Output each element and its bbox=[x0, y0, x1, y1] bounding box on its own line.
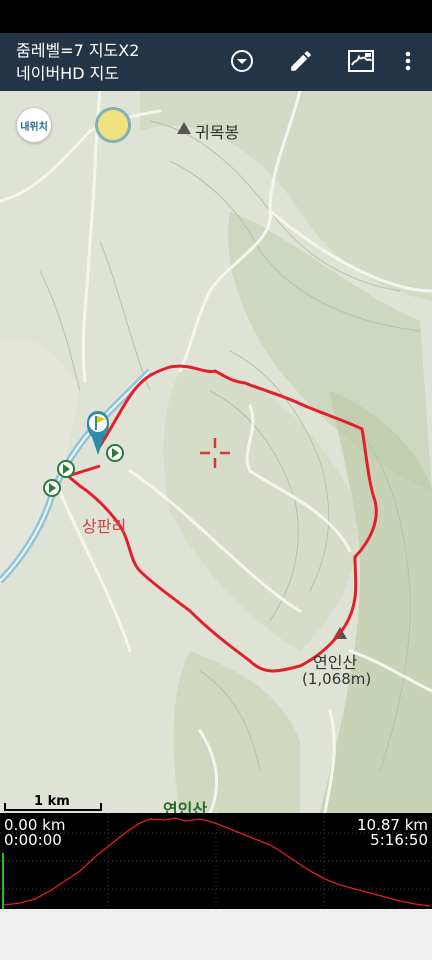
village-label: 상판리 bbox=[82, 517, 127, 536]
gps-status-button[interactable] bbox=[95, 107, 131, 143]
more-vert-icon[interactable] bbox=[390, 43, 426, 79]
map-icon[interactable] bbox=[343, 43, 379, 79]
topographic-map bbox=[0, 91, 432, 813]
elevation-profile[interactable]: 0.00 km 0:00:00 10.87 km 5:16:50 bbox=[0, 813, 432, 909]
peak-label-north: 귀목봉 bbox=[195, 123, 240, 142]
map-source-title: 네이버HD 지도 bbox=[16, 64, 120, 83]
peak-height-label: (1,068m) bbox=[302, 670, 372, 688]
status-bar bbox=[0, 0, 432, 33]
elevation-time-end: 5:16:50 bbox=[370, 831, 428, 849]
scale-line bbox=[4, 803, 102, 811]
my-location-button[interactable]: 내위치 bbox=[16, 107, 52, 143]
app-bar: 줌레벨=7 지도X2 네이버HD 지도 bbox=[0, 33, 432, 91]
map-view[interactable]: 내위치 귀목봉 상판리 연인산 (1,068m) 연인산 bbox=[0, 91, 432, 813]
mountain-area-label: 연인산 bbox=[163, 800, 208, 813]
elevation-time-start: 0:00:00 bbox=[4, 831, 62, 849]
scale-label: 1 km bbox=[34, 794, 70, 809]
map-scale-bar: 1 km bbox=[4, 794, 104, 811]
dropdown-circle-icon[interactable] bbox=[224, 43, 260, 79]
zoom-level-title: 줌레벨=7 지도X2 bbox=[16, 41, 140, 60]
pencil-icon[interactable] bbox=[283, 43, 319, 79]
bottom-empty-area bbox=[0, 909, 432, 960]
